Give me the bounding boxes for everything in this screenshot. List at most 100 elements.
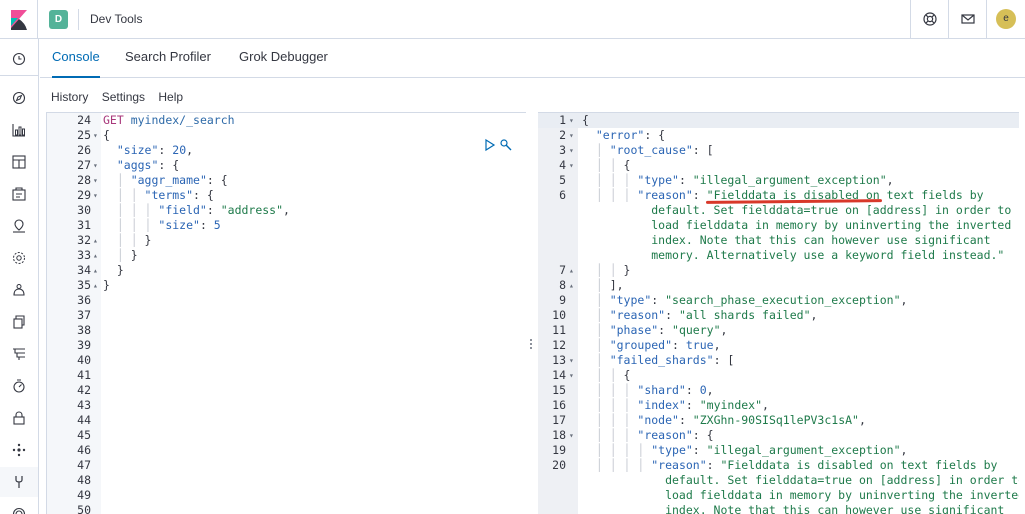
line-number: 49: [77, 488, 91, 502]
uptime-icon: [13, 379, 25, 393]
line-number: 27: [77, 158, 91, 172]
fold-toggle-icon[interactable]: ▴: [93, 248, 98, 263]
wrench-settings-icon[interactable]: [500, 139, 512, 151]
code-text: │ │ │ "field": "address",: [103, 203, 290, 218]
line-number: 50: [77, 503, 91, 514]
fold-toggle-icon[interactable]: ▾: [569, 428, 574, 443]
code-token: : [: [692, 143, 714, 157]
nav-security[interactable]: [0, 403, 38, 433]
code-token: │: [582, 353, 610, 367]
code-token: : {: [692, 428, 714, 442]
code-token: │: [582, 338, 610, 352]
logs-icon: [13, 315, 25, 329]
line-number: 14: [552, 368, 566, 382]
user-menu-button[interactable]: e: [986, 0, 1024, 39]
code-token: │ │ │: [582, 188, 638, 202]
response-scrollbar[interactable]: [1019, 112, 1025, 514]
nav-visualize[interactable]: [0, 115, 38, 145]
help-link[interactable]: Help: [158, 90, 183, 104]
code-text: "aggs": {: [103, 158, 179, 173]
history-link[interactable]: History: [51, 90, 88, 104]
fold-toggle-icon[interactable]: ▾: [93, 173, 98, 188]
fold-toggle-icon[interactable]: ▾: [569, 353, 574, 368]
nav-monitoring[interactable]: [0, 435, 38, 465]
code-text: │ }: [103, 248, 138, 263]
request-editor[interactable]: 24 GET myindex/_search 25 ▾{26 "size": 20, 2…: [46, 112, 526, 514]
code-token: ],: [609, 278, 624, 292]
code-token: "reason": [609, 308, 666, 322]
nav-dev-tools[interactable]: [0, 467, 38, 497]
response-editor[interactable]: 1 ▾{2 ▾ "error": {3 ▾ │ "root_cause": [4 ▾ │…: [538, 112, 1020, 514]
line-number: 28: [77, 173, 91, 187]
code-text: │ │ │ "shard": 0,: [582, 383, 714, 398]
kibana-logo[interactable]: [0, 0, 38, 39]
code-text: │ │ │ "type": "illegal_argument_exceptio…: [582, 173, 894, 188]
nav-canvas[interactable]: [0, 179, 38, 209]
code-token: }: [130, 248, 138, 262]
code-token: "type": [651, 443, 693, 457]
code-token: "illegal_argument_exception": [692, 173, 887, 187]
newsfeed-button[interactable]: [948, 0, 986, 39]
nav-apm[interactable]: [0, 339, 38, 369]
active-line-highlight: [538, 113, 1020, 128]
code-token: "reason": [651, 458, 707, 472]
nav-ml[interactable]: [0, 243, 38, 273]
fold-toggle-icon[interactable]: ▾: [569, 113, 574, 128]
code-token: {: [623, 368, 631, 382]
fold-toggle-icon[interactable]: ▾: [569, 128, 574, 143]
fold-toggle-icon[interactable]: ▾: [93, 188, 98, 203]
nav-management[interactable]: [0, 499, 38, 514]
nav-maps[interactable]: [0, 211, 38, 241]
editor-splitter[interactable]: [528, 335, 534, 349]
line-number: 34: [77, 263, 91, 277]
fold-toggle-icon[interactable]: ▾: [569, 158, 574, 173]
nav-recent[interactable]: [0, 44, 38, 74]
kibana-logo-icon: [11, 10, 27, 30]
tab-grok-debugger[interactable]: Grok Debugger: [239, 49, 328, 78]
nav-dashboard[interactable]: [0, 147, 38, 177]
canvas-icon: [12, 187, 26, 201]
fold-toggle-icon[interactable]: ▴: [569, 263, 574, 278]
code-token: "reason": [637, 188, 693, 202]
fold-toggle-icon[interactable]: ▾: [569, 143, 574, 158]
code-text: │ │ }: [582, 263, 631, 278]
line-number: 41: [77, 368, 91, 382]
nav-uptime[interactable]: [0, 371, 38, 401]
code-text: index. Note that this can however use si…: [582, 233, 990, 248]
devtools-tabs: Console Search Profiler Grok Debugger: [40, 40, 1025, 78]
line-number: 26: [77, 143, 91, 157]
code-token: "all shards failed": [678, 308, 811, 322]
nav-discover[interactable]: [0, 83, 38, 113]
fold-toggle-icon[interactable]: ▴: [569, 278, 574, 293]
fold-toggle-icon[interactable]: ▾: [93, 128, 98, 143]
fold-toggle-icon[interactable]: ▴: [93, 263, 98, 278]
code-token: : {: [206, 173, 228, 187]
code-token: }: [103, 278, 110, 292]
fold-toggle-icon[interactable]: ▾: [569, 368, 574, 383]
code-token: ,: [886, 173, 894, 187]
code-token: │: [582, 308, 610, 322]
fold-toggle-icon[interactable]: ▾: [93, 158, 98, 173]
code-token: │ │ │: [582, 428, 638, 442]
play-icon[interactable]: [485, 138, 496, 152]
nav-logs[interactable]: [0, 307, 38, 337]
code-token: default. Set fielddata=true on [address]…: [582, 473, 1020, 487]
code-token: :: [651, 293, 666, 307]
space-avatar[interactable]: D: [49, 10, 68, 29]
fold-toggle-icon[interactable]: ▴: [93, 233, 98, 248]
line-number: 44: [77, 413, 91, 427]
code-token: {: [582, 113, 589, 127]
code-token: }: [144, 233, 152, 247]
top-header: D Dev Tools e: [0, 0, 1025, 39]
tab-console[interactable]: Console: [52, 49, 100, 78]
line-number: 42: [77, 383, 91, 397]
nav-metrics[interactable]: [0, 275, 38, 305]
settings-link[interactable]: Settings: [102, 90, 145, 104]
help-button[interactable]: [910, 0, 948, 39]
fold-toggle-icon[interactable]: ▴: [93, 278, 98, 293]
console-menu: History Settings Help: [51, 90, 193, 104]
code-text: │ │ {: [582, 368, 631, 383]
code-token: :: [706, 458, 721, 472]
tab-search-profiler[interactable]: Search Profiler: [125, 49, 211, 78]
